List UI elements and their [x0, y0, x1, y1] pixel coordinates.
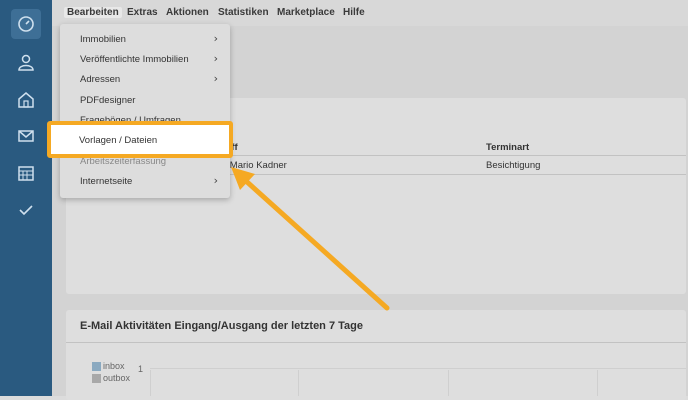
annotation-arrow — [231, 167, 390, 311]
arrow-shaft — [243, 178, 390, 311]
